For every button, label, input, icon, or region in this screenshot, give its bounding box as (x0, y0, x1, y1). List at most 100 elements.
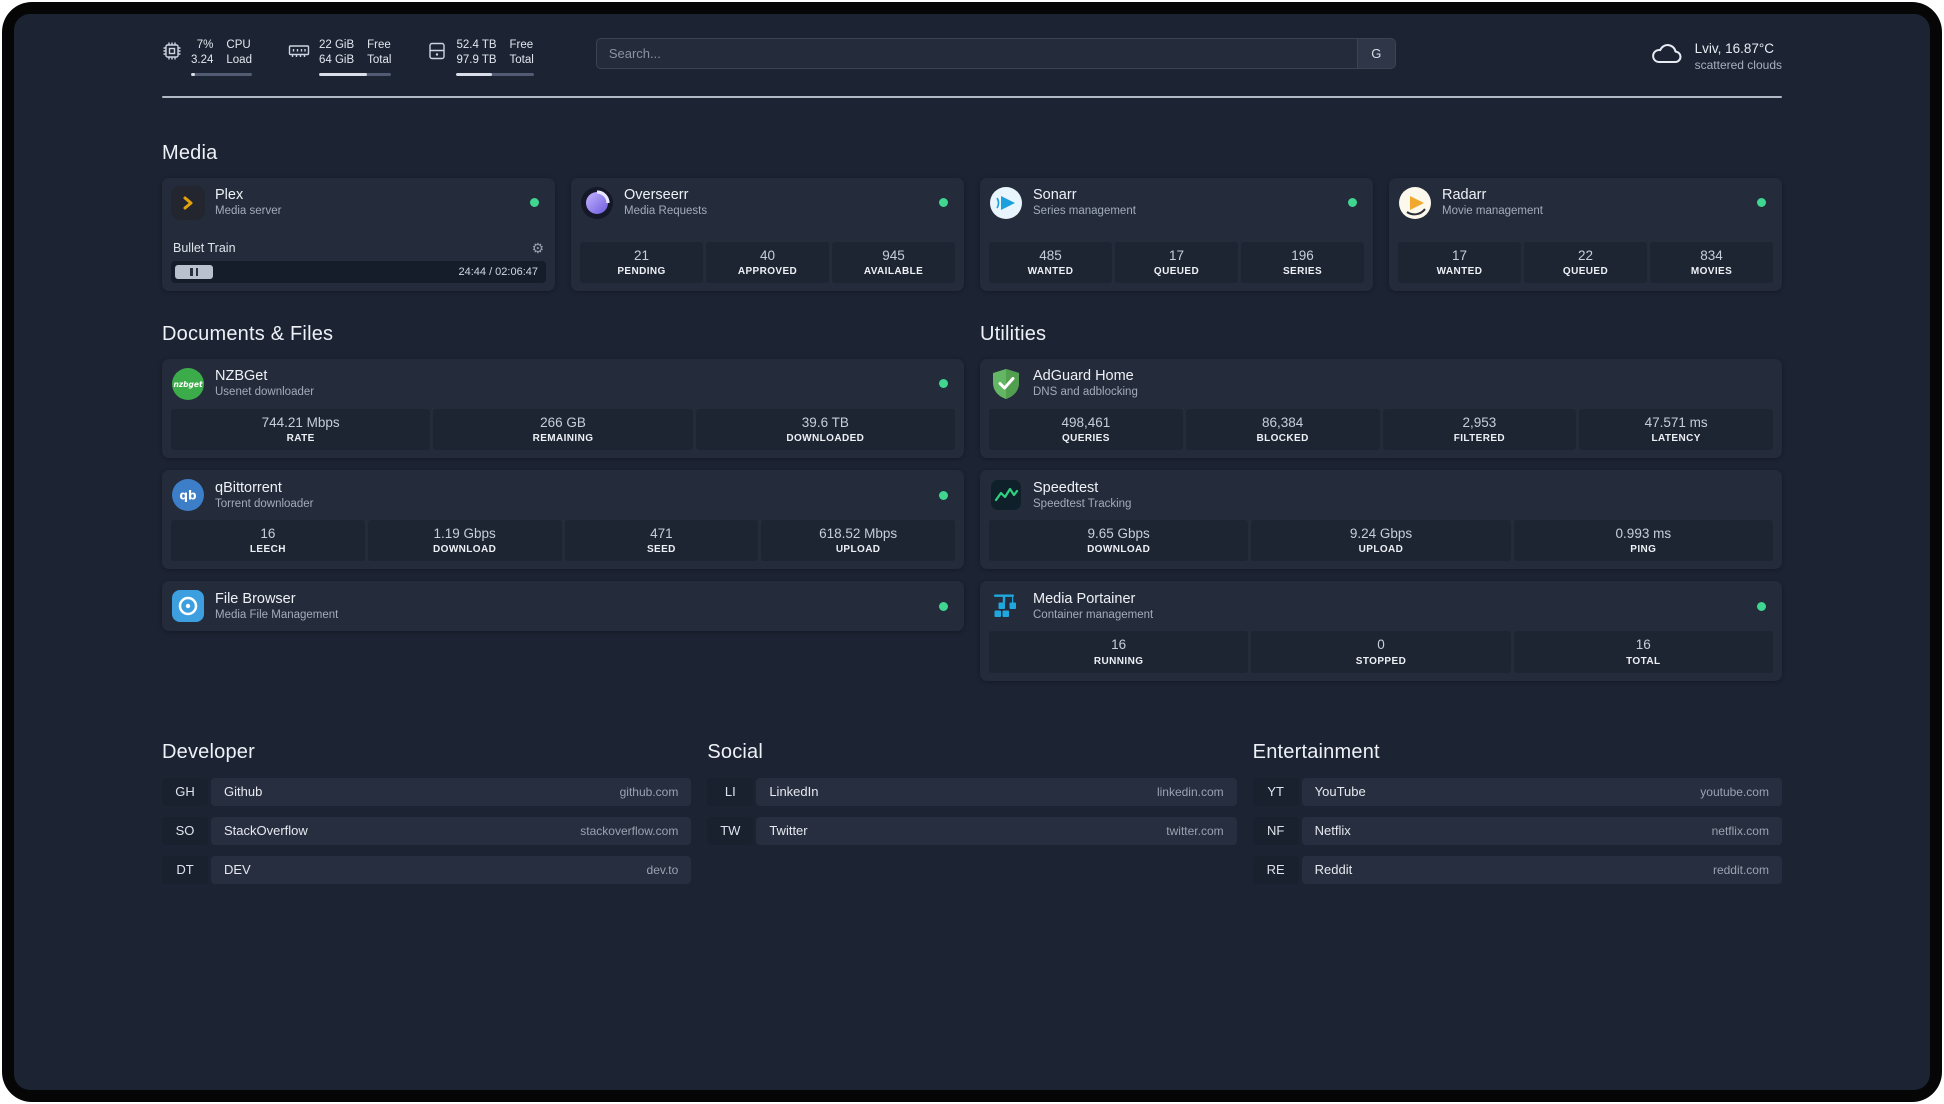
bookmark-abbr: YT (1252, 777, 1299, 806)
service-link-overseerr[interactable]: Overseerr Media Requests (580, 186, 955, 220)
stat-tile: 834 MOVIES (1650, 241, 1773, 283)
service-card-nzbget: nzbget NZBGet Usenet downloader 744.21 M… (162, 358, 964, 459)
stat-tile: 22 QUEUED (1524, 241, 1647, 283)
stat-label: QUEUED (1153, 265, 1200, 277)
stat-tile: 39.6 TB DOWNLOADED (695, 408, 955, 451)
stat-tile: 16 RUNNING (989, 631, 1249, 673)
cpu-label: CPU (226, 39, 251, 51)
bookmark-abbr: TW (707, 816, 754, 845)
stat-tile: 485 WANTED (989, 241, 1112, 283)
cpu-progress-bar (191, 72, 252, 76)
topbar-divider (162, 95, 1782, 98)
bookmark-youtube[interactable]: YT YouTube youtube.com (1252, 777, 1782, 806)
memory-total-label: Total (367, 53, 392, 66)
disk-icon (427, 41, 447, 76)
stat-tile: 40 APPROVED (706, 241, 829, 283)
status-dot (1348, 198, 1357, 208)
stat-tile: 945 AVAILABLE (832, 241, 955, 283)
search-provider-button[interactable]: G (1356, 39, 1395, 68)
stat-value: 1.19 Gbps (433, 526, 496, 542)
service-link-portainer[interactable]: Media Portainer Container management (989, 589, 1773, 623)
search-input[interactable] (596, 39, 1357, 68)
service-subtitle: Container management (1033, 608, 1154, 621)
memory-progress-bar (318, 72, 392, 76)
service-subtitle: DNS and adblocking (1033, 386, 1138, 399)
bookmark-name: LinkedIn (769, 784, 819, 800)
adguard-shield-icon (989, 367, 1023, 401)
service-card-qbittorrent: qb qBittorrent Torrent downloader 16 LEE… (162, 470, 964, 570)
bookmark-domain: netflix.com (1711, 823, 1769, 838)
stat-label: DOWNLOAD (1087, 544, 1151, 556)
stat-value: 16 (1635, 637, 1651, 653)
service-card-sonarr: Sonarr Series management 485 WANTED 17 Q… (980, 177, 1373, 291)
service-link-sonarr[interactable]: Sonarr Series management (989, 186, 1364, 220)
stat-value: 16 (260, 526, 276, 542)
stat-label: FILTERED (1453, 433, 1506, 445)
stat-tile: 0 STOPPED (1251, 631, 1511, 673)
disk-total-label: Total (509, 53, 534, 66)
service-link-qbittorrent[interactable]: qb qBittorrent Torrent downloader (171, 478, 955, 512)
bookmark-twitter[interactable]: TW Twitter twitter.com (707, 816, 1237, 845)
stat-value: 39.6 TB (801, 414, 849, 430)
stat-label: WANTED (1027, 265, 1074, 277)
service-card-filebrowser: File Browser Media File Management (162, 581, 964, 632)
stat-label: REMAINING (532, 433, 594, 445)
cpu-icon (162, 41, 182, 76)
bookmark-domain: reddit.com (1712, 862, 1769, 877)
stat-value: 17 (1168, 247, 1185, 263)
svg-text:qb: qb (179, 489, 197, 503)
pause-button[interactable] (175, 264, 213, 279)
stat-label: DOWNLOAD (433, 544, 497, 556)
disk-free-label: Free (509, 39, 534, 51)
seek-bar[interactable]: 24:44 / 02:06:47 (171, 260, 546, 283)
stat-label: QUERIES (1061, 433, 1110, 445)
bookmark-reddit[interactable]: RE Reddit reddit.com (1252, 855, 1782, 884)
section-title-developer: Developer (162, 740, 255, 763)
bookmark-name: Netflix (1314, 823, 1351, 839)
stat-label: UPLOAD (835, 544, 881, 556)
memory-total-value: 64 GiB (318, 53, 355, 66)
topbar: 7% 3.24 CPU Load 22 GiB 64 GiB Free Tota… (162, 38, 1782, 76)
memory-icon (288, 41, 310, 76)
bookmark-netflix[interactable]: NF Netflix netflix.com (1252, 816, 1782, 845)
service-link-radarr[interactable]: Radarr Movie management (1398, 186, 1773, 220)
stat-label: SERIES (1282, 265, 1323, 277)
stat-tile: 2,953 FILTERED (1382, 408, 1577, 451)
bookmark-abbr: LI (707, 777, 754, 806)
stat-tile: 196 SERIES (1241, 241, 1364, 283)
stat-tile: 1.19 Gbps DOWNLOAD (367, 520, 562, 562)
service-link-plex[interactable]: Plex Media server (171, 185, 546, 220)
service-link-nzbget[interactable]: nzbget NZBGet Usenet downloader (171, 367, 955, 401)
stat-label: QUEUED (1562, 265, 1609, 277)
weather-condition: scattered clouds (1694, 58, 1782, 73)
bookmark-linkedin[interactable]: LI LinkedIn linkedin.com (707, 777, 1237, 806)
radarr-icon (1398, 186, 1432, 220)
stat-value: 21 (633, 247, 650, 263)
nzbget-icon: nzbget (171, 367, 205, 401)
stat-label: PENDING (617, 265, 666, 277)
service-subtitle: Media File Management (215, 608, 339, 621)
section-title-media: Media (162, 141, 218, 164)
stat-label: SEED (646, 544, 676, 556)
stat-label: APPROVED (737, 265, 798, 277)
stat-value: 618.52 Mbps (819, 526, 898, 542)
bookmark-stackoverflow[interactable]: SO StackOverflow stackoverflow.com (162, 816, 692, 845)
bookmark-abbr: DT (162, 855, 208, 884)
service-link-adguard[interactable]: AdGuard Home DNS and adblocking (989, 367, 1773, 401)
stat-value: 0.993 ms (1615, 526, 1672, 542)
filebrowser-icon (171, 589, 205, 623)
stat-value: 22 (1577, 247, 1594, 263)
gear-icon[interactable]: ⚙ (531, 241, 544, 255)
section-media: Media Plex Media server Bullet Train ⚙ 2… (162, 142, 1782, 291)
bookmark-dev[interactable]: DT DEV dev.to (162, 855, 692, 884)
service-name: Media Portainer (1033, 590, 1136, 607)
bookmark-name: DEV (224, 862, 251, 878)
stat-label: PING (1630, 544, 1657, 556)
bookmark-abbr: RE (1252, 855, 1299, 884)
disk-widget: 52.4 TB 97.9 TB Free Total (427, 38, 534, 76)
status-dot (939, 490, 948, 500)
service-link-speedtest[interactable]: Speedtest Speedtest Tracking (989, 478, 1773, 512)
service-link-filebrowser[interactable]: File Browser Media File Management (171, 589, 955, 623)
stat-label: STOPPED (1355, 655, 1407, 667)
bookmark-github[interactable]: GH Github github.com (162, 777, 692, 806)
